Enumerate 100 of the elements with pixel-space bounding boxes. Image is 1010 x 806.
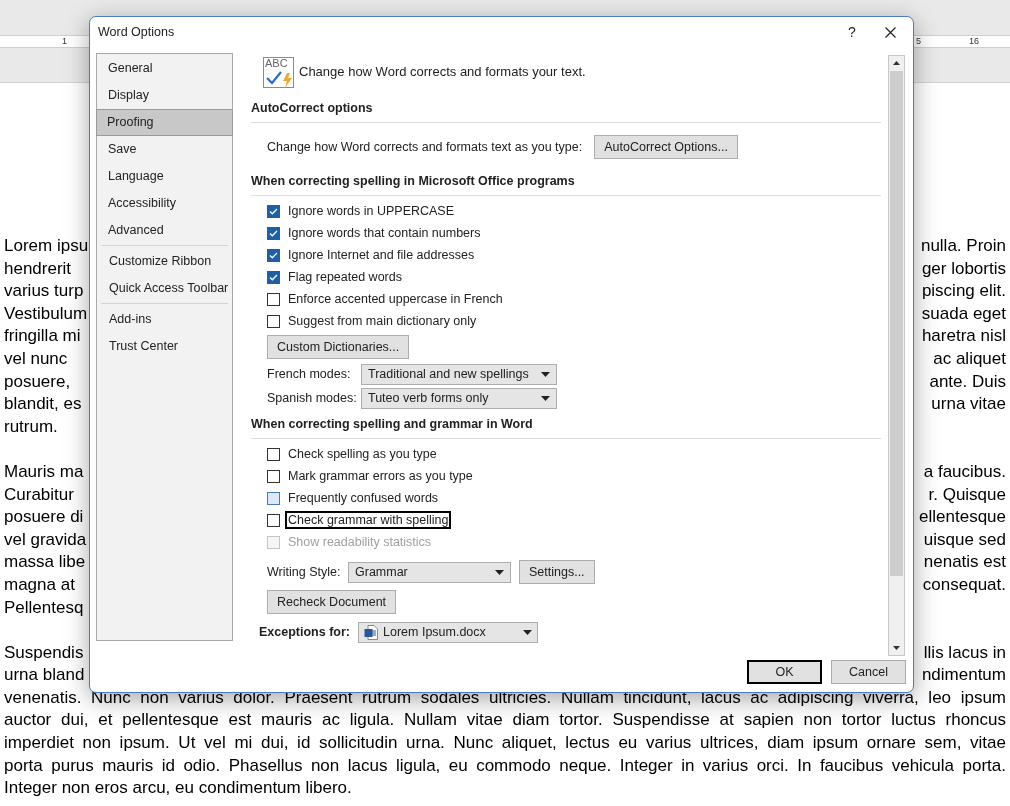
dialog-button[interactable]: Recheck Document (267, 590, 397, 614)
checkbox-label[interactable]: Flag repeated words (286, 268, 404, 286)
category-item[interactable]: Save (97, 136, 232, 163)
document-line: porta purus mauris id odio. Phasellus non lacus ligula, eu commodo neque. Integer in varius orci. In faucibus vehicula porta. (4, 754, 1006, 777)
document-text: blandit, es (4, 393, 82, 416)
dropdown[interactable]: Grammar (348, 561, 511, 583)
document-text: uisque sed (923, 528, 1006, 551)
document-text: varius turp (4, 280, 84, 303)
document-line: Integer non eros arcu, eu condimentum libero. (4, 777, 353, 800)
document-text: ellentesque (919, 506, 1006, 529)
category-item[interactable]: Display (97, 82, 232, 109)
document-text: posuere di (4, 506, 84, 529)
help-button[interactable]: ? (837, 17, 867, 47)
category-item[interactable]: Proofing (96, 109, 233, 136)
document-text: suada eget (921, 302, 1006, 325)
document-text: vel nunc (4, 347, 68, 370)
checkbox[interactable] (267, 248, 280, 262)
document-line: imperdiet non ipsum. Ut vel mi dui, id sollicitudin urna. Nunc aliquet, lectus eu varius ultrices, diam ipsum ornare sem, vitae (4, 732, 1006, 755)
category-item[interactable]: Trust Center (97, 333, 232, 360)
category-item[interactable]: Customize Ribbon (97, 248, 232, 275)
document-icon (364, 624, 378, 640)
close-icon (884, 26, 896, 38)
document-text: Mauris ma (4, 460, 84, 483)
document-text: Suspendis (4, 641, 84, 664)
checkbox-label[interactable]: Check grammar with spelling (285, 511, 452, 529)
caret-icon (541, 395, 550, 401)
document-text: ante. Duis (929, 370, 1006, 393)
window-title: Word Options (98, 23, 176, 41)
document-text: massa libe (4, 551, 86, 574)
document-text: llis lacus in (923, 641, 1006, 664)
checkbox-label[interactable]: Check spelling as you type (286, 445, 439, 463)
section-heading: When correcting spelling and grammar in Word (251, 415, 881, 439)
checkbox-label[interactable]: Ignore words that contain numbers (286, 224, 483, 242)
dropdown[interactable]: Lorem Ipsum.docx (358, 621, 538, 643)
checkbox-label[interactable]: Mark grammar errors as you type (286, 467, 475, 485)
dialog-button[interactable]: AutoCorrect Options... (594, 135, 738, 159)
document-text: r. Quisque (928, 483, 1006, 506)
section-heading: When correcting spelling in Microsoft Office programs (251, 172, 881, 196)
document-text: Vestibulum (4, 302, 88, 325)
dialog-button[interactable]: Cancel (831, 660, 906, 684)
scroll-thumb[interactable] (890, 71, 903, 576)
dropdown-label: Spanish modes: (267, 389, 358, 407)
checkbox[interactable] (267, 469, 280, 483)
category-item[interactable]: General (97, 55, 232, 82)
document-text: rutrum. (4, 415, 58, 438)
document-text: Pellentesq (4, 596, 84, 619)
document-text: nulla. Proin (920, 235, 1006, 257)
ruler-number: 1 (62, 35, 67, 48)
checkbox[interactable] (267, 226, 280, 240)
document-text: fringilla mi (4, 325, 81, 348)
document-text: nenatis est (923, 551, 1006, 574)
caret-icon (523, 629, 532, 635)
dropdown[interactable]: Tuteo verb forms only (361, 387, 557, 409)
checkbox[interactable] (267, 513, 280, 527)
checkbox[interactable] (267, 270, 280, 284)
category-item[interactable]: Add-ins (97, 306, 232, 333)
document-text: Curabitur (4, 483, 74, 506)
checkbox-label[interactable]: Suggest from main dictionary only (286, 312, 479, 330)
document-text: ndimentum (921, 664, 1006, 687)
category-item[interactable]: Accessibility (97, 190, 232, 217)
document-line: auctor dui, et pellentesque est mauris ac ligula. Nullam vitae diam tortor. Suspendisse at sapien non tortor luctus rhoncus (4, 709, 1006, 732)
checkbox[interactable] (267, 204, 280, 218)
section-heading: AutoCorrect options (251, 99, 881, 123)
document-text: consequat. (922, 573, 1006, 596)
dialog-button[interactable]: Custom Dictionaries... (267, 335, 410, 359)
scrollbar[interactable] (888, 55, 905, 656)
checkbox-label[interactable]: Ignore Internet and file addresses (286, 246, 477, 264)
dropdown-label: French modes: (267, 365, 352, 383)
checkbox[interactable] (267, 447, 280, 461)
document-text: ger lobortis (921, 257, 1006, 280)
caret-icon (495, 569, 504, 575)
document-text: hendrerit (4, 257, 72, 280)
dialog-button[interactable]: OK (747, 660, 822, 684)
document-text: haretra nisl (921, 325, 1006, 348)
caret-icon (541, 371, 550, 377)
checkbox-label[interactable]: Enforce accented uppercase in French (286, 290, 505, 308)
checkbox[interactable] (267, 292, 280, 306)
document-text: Lorem ipsu (4, 235, 89, 257)
checkbox[interactable] (267, 314, 280, 328)
document-text: ac aliquet (933, 347, 1006, 370)
option-label: Change how Word corrects and formats text as you type: (267, 138, 583, 156)
category-item[interactable]: Language (97, 163, 232, 190)
checkbox[interactable] (267, 491, 280, 505)
dialog-button[interactable]: Settings... (519, 560, 595, 584)
document-text: magna at (4, 573, 75, 596)
document-text: posuere, (4, 370, 71, 393)
checkbox-label[interactable]: Ignore words in UPPERCASE (286, 202, 457, 220)
spelling-check-icon: ABC (263, 56, 294, 88)
document-text: urna vitae (931, 393, 1006, 416)
ruler-number: 16 (969, 35, 979, 48)
ruler-number: 5 (916, 35, 921, 48)
category-item[interactable]: Quick Access Toolbar (97, 275, 232, 302)
document-text: urna bland (4, 664, 85, 687)
category-item[interactable]: Advanced (97, 217, 232, 244)
dropdown[interactable]: Traditional and new spellings (361, 363, 557, 385)
document-text: a faucibus. (923, 460, 1006, 483)
document-text: piscing elit. (921, 280, 1006, 303)
page-description: Change how Word corrects and formats your text. (299, 63, 586, 82)
dropdown-label: Writing Style: (267, 563, 342, 581)
checkbox-label[interactable]: Frequently confused words (286, 489, 441, 507)
